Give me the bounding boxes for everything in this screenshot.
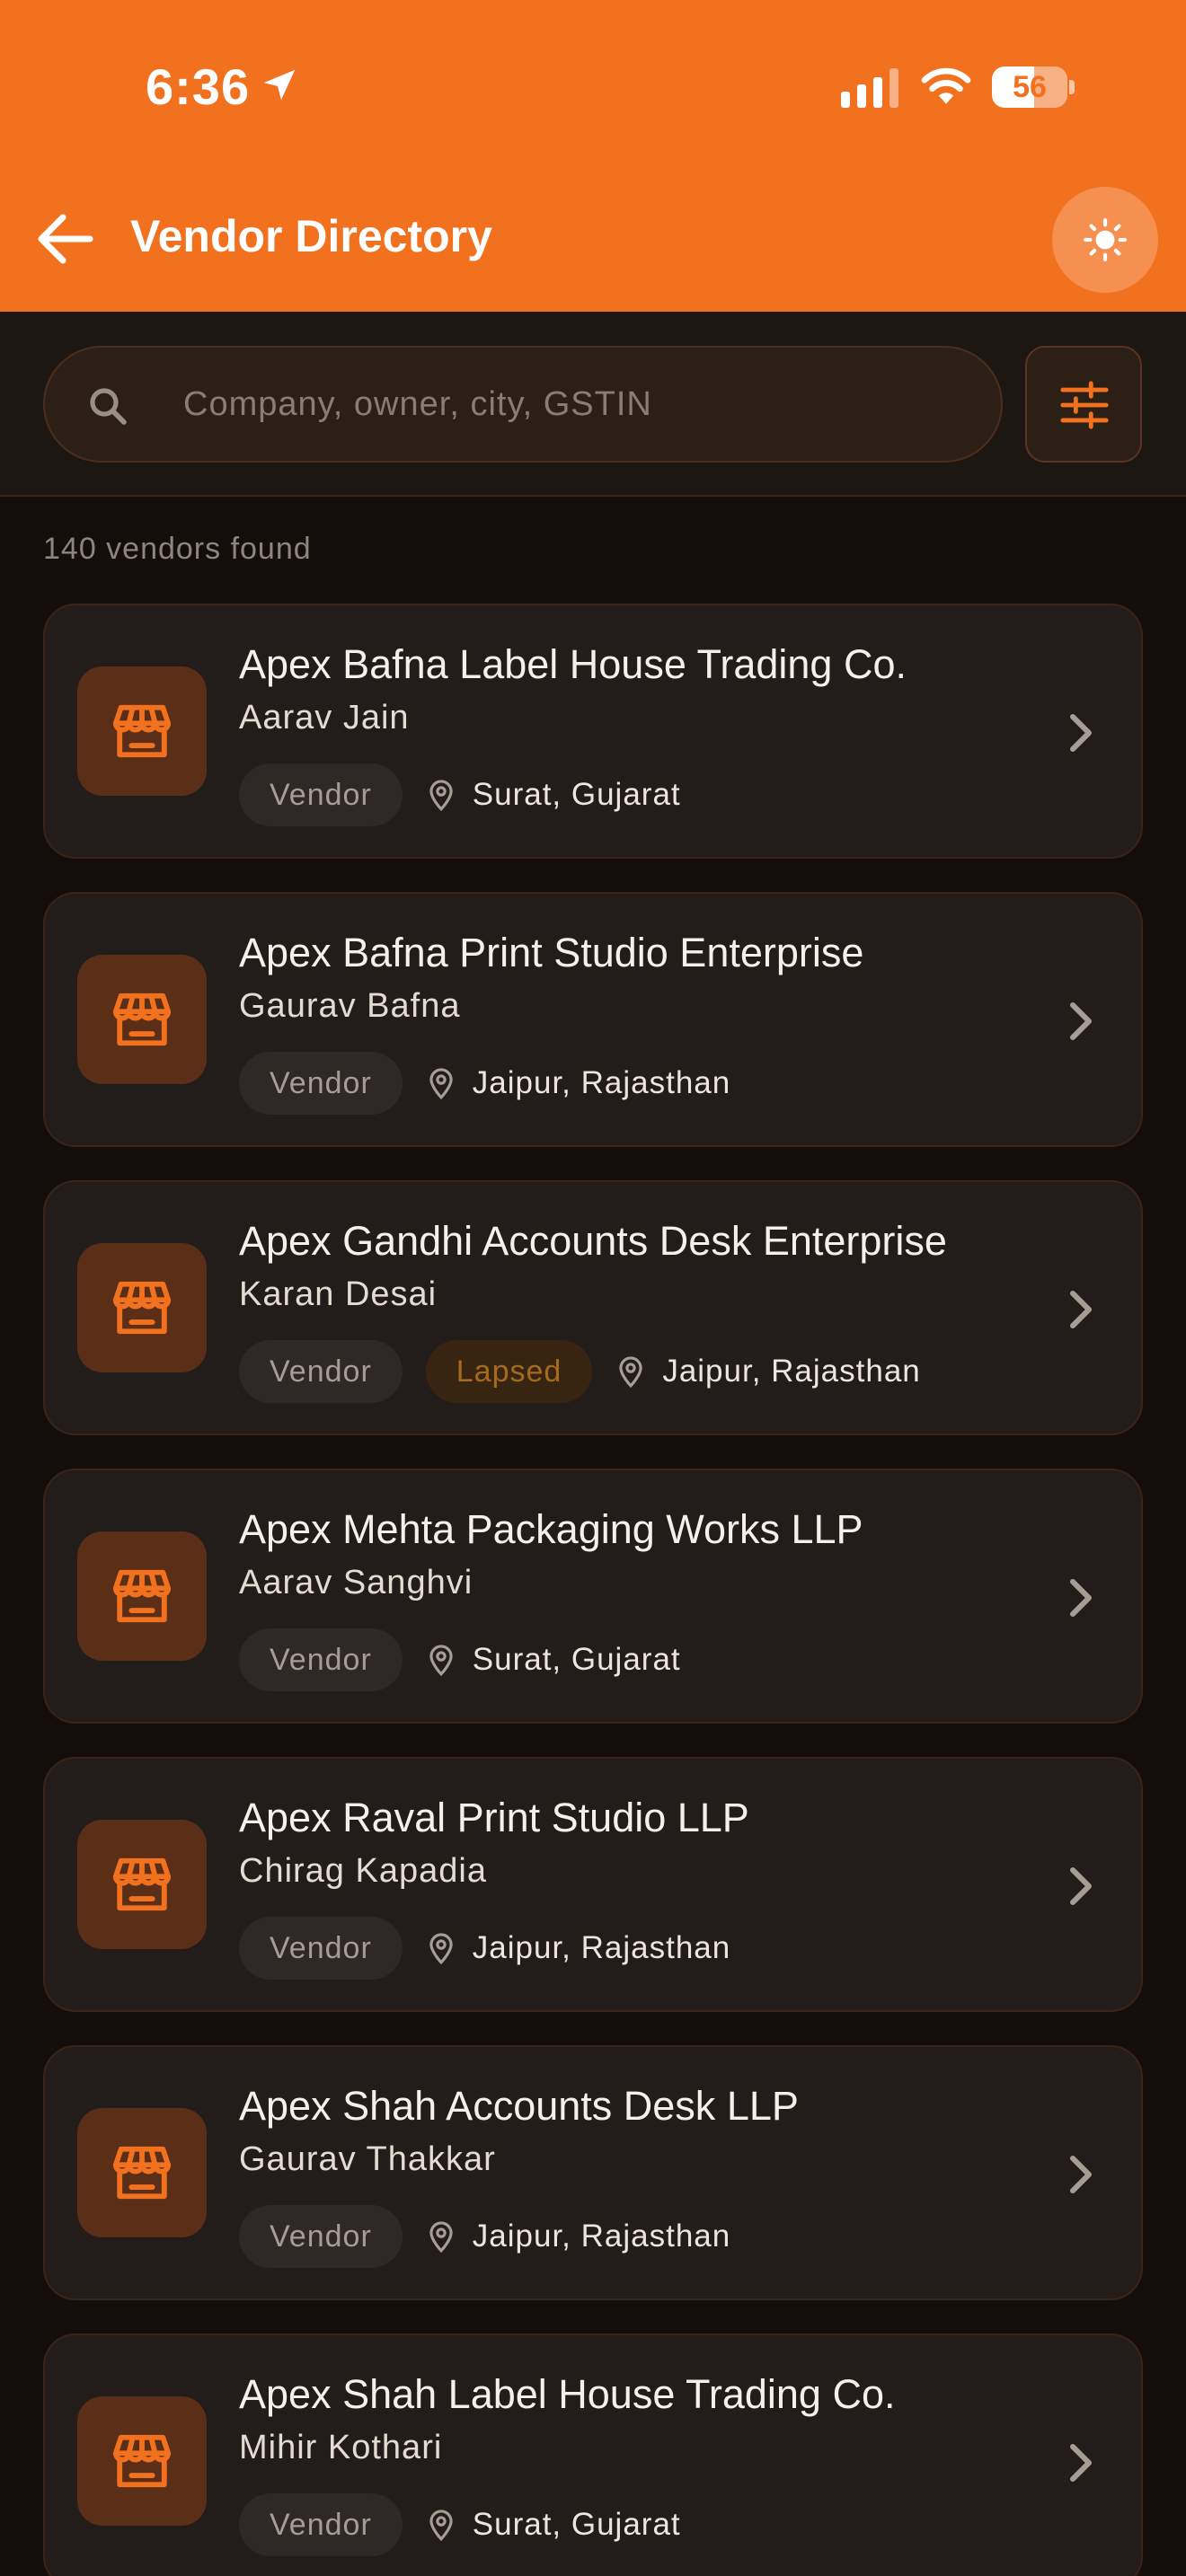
- vendor-company: Apex Mehta Packaging Works LLP: [239, 1506, 863, 1552]
- vendor-card[interactable]: Apex Bafna Print Studio Enterprise Gaurav…: [43, 892, 1143, 1147]
- map-pin-icon: [429, 780, 453, 812]
- chevron-right-icon: [1070, 1579, 1092, 1617]
- type-chip: Vendor: [239, 2205, 403, 2268]
- vendor-location: Jaipur, Rajasthan: [426, 1065, 730, 1101]
- search-bar-area: [0, 312, 1186, 497]
- vendor-avatar: [77, 955, 207, 1084]
- vendor-tags: Vendor Jaipur, Rajasthan: [239, 2205, 730, 2268]
- arrow-left-icon[interactable]: [36, 212, 93, 266]
- vendor-card[interactable]: Apex Raval Print Studio LLP Chirag Kapadi…: [43, 1757, 1143, 2012]
- vendor-owner: Gaurav Bafna: [239, 987, 461, 1025]
- theme-toggle-button[interactable]: [1052, 187, 1158, 293]
- map-pin-icon: [429, 2221, 453, 2254]
- filter-button[interactable]: [1025, 346, 1142, 463]
- vendor-tags: Vendor Surat, Gujarat: [239, 763, 681, 826]
- vendor-avatar: [77, 2396, 207, 2526]
- vendor-avatar: [77, 1243, 207, 1372]
- map-pin-icon: [619, 1356, 642, 1389]
- vendor-card[interactable]: Apex Shah Accounts Desk LLP Gaurav Thakka…: [43, 2045, 1143, 2300]
- chevron-right-icon: [1070, 714, 1092, 752]
- sliders-icon: [1060, 381, 1109, 429]
- chevron-right-icon: [1070, 1291, 1092, 1328]
- vendor-location: Jaipur, Rajasthan: [426, 2219, 730, 2254]
- type-chip: Vendor: [239, 763, 403, 826]
- wifi-icon: [921, 67, 971, 104]
- vendor-tags: Vendor Jaipur, Rajasthan: [239, 1917, 730, 1980]
- vendor-owner: Gaurav Thakkar: [239, 2140, 496, 2178]
- storefront-icon: [112, 2434, 172, 2488]
- location-text: Jaipur, Rajasthan: [662, 1354, 921, 1389]
- search-input[interactable]: [183, 348, 974, 461]
- type-chip: Vendor: [239, 1628, 403, 1691]
- battery-percentage: 56: [1013, 70, 1047, 104]
- location-text: Surat, Gujarat: [472, 1642, 681, 1677]
- vendor-owner: Karan Desai: [239, 1275, 438, 1313]
- vendor-company: Apex Raval Print Studio LLP: [239, 1795, 749, 1840]
- map-pin-icon: [429, 1645, 453, 1677]
- app-screen: 6:36 56 Vendor Directory Company, owner,…: [0, 0, 1186, 2576]
- vendor-owner: Mihir Kothari: [239, 2429, 443, 2466]
- type-chip: Vendor: [239, 2493, 403, 2556]
- vendor-company: Apex Bafna Label House Trading Co.: [239, 641, 907, 687]
- search-box[interactable]: [43, 346, 1003, 463]
- vendor-card[interactable]: Apex Shah Label House Trading Co. Mihir K…: [43, 2333, 1143, 2576]
- storefront-icon: [112, 992, 172, 1046]
- vendor-location: Surat, Gujarat: [426, 1642, 681, 1678]
- chevron-right-icon: [1070, 2444, 1092, 2482]
- battery-cap: [1069, 80, 1075, 94]
- sun-icon: [1084, 218, 1127, 261]
- vendor-location: Jaipur, Rajasthan: [615, 1354, 920, 1389]
- storefront-icon: [112, 1857, 172, 1911]
- vendor-tags: Vendor Jaipur, Rajasthan: [239, 1052, 730, 1115]
- search-icon: [90, 388, 127, 425]
- vendor-tags: Vendor Surat, Gujarat: [239, 2493, 681, 2556]
- header-bar: 6:36 56 Vendor Directory: [0, 0, 1186, 312]
- vendor-avatar: [77, 1820, 207, 1949]
- storefront-icon: [112, 1281, 172, 1335]
- storefront-icon: [112, 2146, 172, 2200]
- location-text: Jaipur, Rajasthan: [472, 2219, 731, 2254]
- location-text: Surat, Gujarat: [472, 2507, 681, 2542]
- vendor-company: Apex Bafna Print Studio Enterprise: [239, 930, 864, 975]
- location-text: Jaipur, Rajasthan: [472, 1065, 731, 1100]
- vendor-company: Apex Gandhi Accounts Desk Enterprise: [239, 1218, 947, 1264]
- cellular-signal-icon: [841, 68, 898, 108]
- vendor-tags: Vendor Lapsed Jaipur, Rajasthan: [239, 1340, 921, 1403]
- type-chip: Vendor: [239, 1340, 403, 1403]
- vendor-owner: Aarav Sanghvi: [239, 1564, 474, 1601]
- map-pin-icon: [429, 1933, 453, 1965]
- page-title: Vendor Directory: [130, 211, 492, 261]
- vendor-owner: Aarav Jain: [239, 699, 410, 737]
- type-chip: Vendor: [239, 1917, 403, 1980]
- battery-body: 56: [992, 66, 1067, 108]
- vendor-avatar: [77, 1531, 207, 1661]
- vendor-avatar: [77, 666, 207, 796]
- vendor-card[interactable]: Apex Gandhi Accounts Desk Enterprise Kara…: [43, 1180, 1143, 1435]
- location-arrow-icon: [263, 69, 296, 101]
- vendor-avatar: [77, 2108, 207, 2237]
- battery-indicator: 56: [992, 66, 1075, 108]
- location-text: Jaipur, Rajasthan: [472, 1930, 731, 1965]
- vendor-card[interactable]: Apex Mehta Packaging Works LLP Aarav Sang…: [43, 1469, 1143, 1724]
- status-time: 6:36: [146, 58, 251, 115]
- vendor-owner: Chirag Kapadia: [239, 1852, 487, 1890]
- storefront-icon: [112, 1569, 172, 1623]
- vendor-company: Apex Shah Accounts Desk LLP: [239, 2083, 799, 2129]
- vendor-location: Surat, Gujarat: [426, 2507, 681, 2543]
- result-count: 140 vendors found: [43, 532, 312, 566]
- chevron-right-icon: [1070, 2156, 1092, 2193]
- status-chip: Lapsed: [425, 1340, 593, 1403]
- vendor-tags: Vendor Surat, Gujarat: [239, 1628, 681, 1691]
- chevron-right-icon: [1070, 1002, 1092, 1040]
- location-text: Surat, Gujarat: [472, 777, 681, 812]
- map-pin-icon: [429, 1068, 453, 1100]
- vendor-location: Jaipur, Rajasthan: [426, 1930, 730, 1966]
- map-pin-icon: [429, 2510, 453, 2542]
- chevron-right-icon: [1070, 1867, 1092, 1905]
- vendor-company: Apex Shah Label House Trading Co.: [239, 2371, 896, 2417]
- vendor-location: Surat, Gujarat: [426, 777, 681, 813]
- storefront-icon: [112, 704, 172, 758]
- type-chip: Vendor: [239, 1052, 403, 1115]
- vendor-card[interactable]: Apex Bafna Label House Trading Co. Aarav …: [43, 604, 1143, 859]
